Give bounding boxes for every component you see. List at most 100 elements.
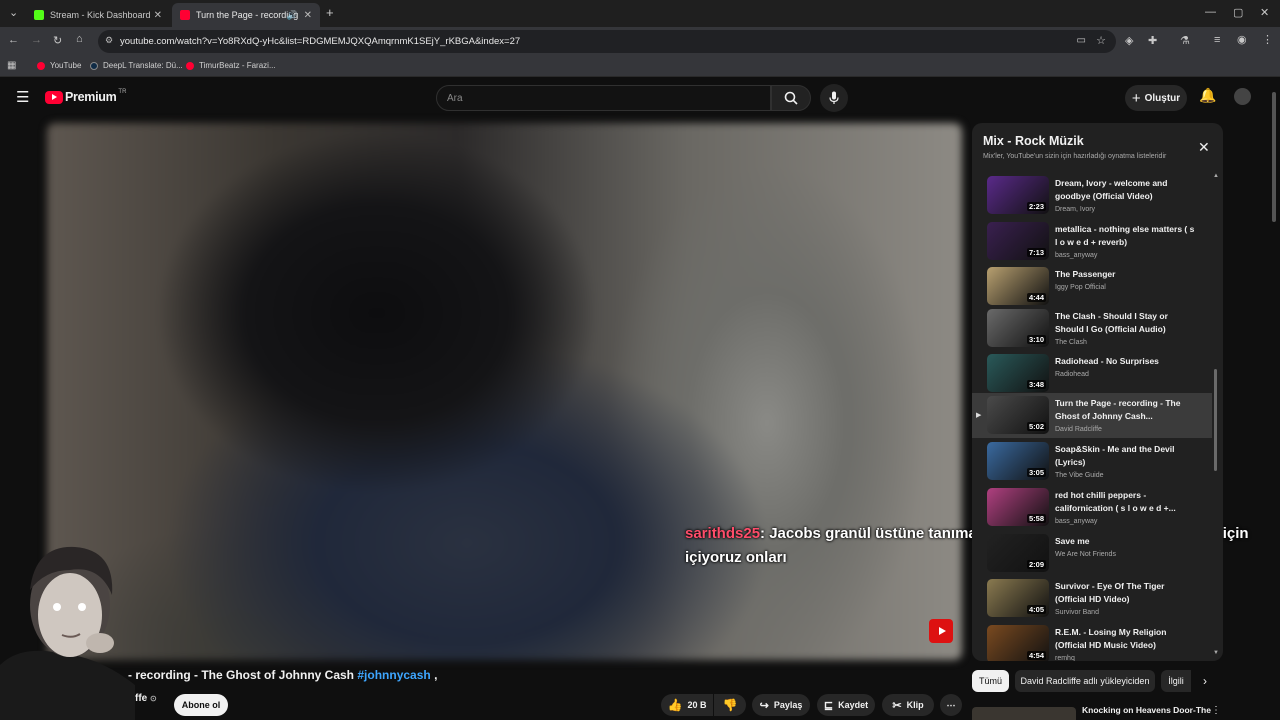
tab-search-icon[interactable]: ⌄ (9, 6, 18, 19)
like-count: 20 B (687, 700, 707, 710)
browser-toolbar: ← → ↻ ⌂ ⚙ youtube.com/watch?v=Yo8RXdQ-yH… (0, 27, 1280, 56)
labs-icon[interactable]: ⚗ (1180, 34, 1190, 47)
clip-button[interactable]: ✂ Klip (882, 694, 934, 716)
playlist-item[interactable]: 3:10 The Clash - Should I Stay or Should … (972, 306, 1212, 351)
playlist-item[interactable]: 2:23 Dream, Ivory - welcome and goodbye (… (972, 173, 1212, 218)
more-actions-button[interactable]: ⋯ (940, 694, 962, 716)
like-button[interactable]: 👍 20 B (661, 694, 713, 716)
playlist-item-channel: remhq (1055, 655, 1075, 661)
close-tab-icon[interactable]: ✕ (154, 10, 162, 21)
playlist-scrollbar-thumb[interactable] (1214, 369, 1217, 471)
close-icon[interactable]: ✕ (1198, 139, 1210, 156)
home-icon[interactable]: ⌂ (76, 33, 83, 45)
chip-all[interactable]: Tümü (972, 670, 1009, 692)
playlist-item-title: The Passenger (1055, 269, 1116, 279)
chevron-right-icon[interactable]: › (1203, 674, 1207, 688)
tab-label: Stream - Kick Dashboard (50, 10, 151, 20)
playlist-item-title: red hot chilli peppers - californication… (1055, 490, 1176, 513)
youtube-logo-icon (45, 90, 63, 104)
save-label: Kaydet (838, 700, 869, 710)
bookmark-deepl[interactable]: DeepL Translate: Dü... (90, 61, 183, 70)
playlist-thumbnail: 2:09 (987, 534, 1049, 572)
video-duration: 4:54 (1026, 651, 1046, 660)
playlist-title[interactable]: Mix - Rock Müzik (983, 134, 1084, 148)
playlist-item[interactable]: 3:05 Soap&Skin - Me and the Devil (Lyrics… (972, 439, 1212, 484)
more-icon: ⋯ (946, 699, 956, 710)
video-player[interactable] (47, 123, 962, 660)
subscribe-button[interactable]: Abone ol (174, 694, 228, 716)
save-button[interactable]: ⊑ Kaydet (817, 694, 875, 716)
playlist-subtitle: Mix'ler, YouTube'un sizin için hazırladı… (983, 153, 1167, 160)
playlist-item[interactable]: ▶ 5:02 Turn the Page - recording - The Gho… (972, 393, 1212, 438)
hashtag-link[interactable]: #johnnycash (357, 668, 430, 682)
avatar[interactable] (1234, 88, 1251, 105)
chip-label: Tümü (978, 676, 1002, 686)
playlist-thumbnail: 3:10 (987, 309, 1049, 347)
recommended-title[interactable]: Knocking on Heavens Door-The (1082, 705, 1211, 715)
bookmark-icon: ⊑ (823, 699, 834, 712)
channel-name[interactable]: ffe ⊙ (135, 693, 157, 704)
playlist-item[interactable]: 4:44 The Passenger Iggy Pop Official (972, 264, 1212, 309)
close-tab-icon[interactable]: ✕ (304, 10, 312, 21)
apps-grid-icon[interactable]: ▦ (7, 60, 16, 71)
reload-icon[interactable]: ↻ (53, 34, 62, 47)
bookmark-label: DeepL Translate: Dü... (103, 61, 183, 70)
subscribe-watermark-icon[interactable] (929, 619, 953, 643)
cast-icon[interactable]: ▭ (1077, 35, 1086, 46)
playlist-item-channel: Dream, Ivory (1055, 206, 1096, 213)
playlist-item[interactable]: 4:05 Survivor - Eye Of The Tiger (Officia… (972, 576, 1212, 621)
back-icon[interactable]: ← (8, 34, 19, 46)
bookmark-timurbeatz[interactable]: TimurBeatz - Farazi... (186, 61, 276, 70)
site-info-icon[interactable]: ⚙ (105, 35, 113, 46)
audio-playing-icon[interactable]: 🔊 (287, 10, 298, 21)
video-duration: 3:05 (1026, 468, 1046, 477)
recommended-thumbnail[interactable] (972, 707, 1076, 720)
chip-related[interactable]: İlgili (1161, 670, 1191, 692)
chip-label: David Radcliffe adlı yükleyiciden (1020, 676, 1150, 686)
video-duration: 5:58 (1026, 514, 1046, 523)
playlist-item[interactable]: 2:09 Save me We Are Not Friends (972, 531, 1212, 576)
media-control-icon[interactable]: ≡ (1214, 34, 1220, 46)
recommended-more-icon[interactable]: ⋮ (1211, 705, 1221, 716)
playlist-item[interactable]: 4:54 R.E.M. - Losing My Religion (Officia… (972, 622, 1212, 661)
forward-icon[interactable]: → (31, 34, 42, 46)
tab-kick-dashboard[interactable]: Stream - Kick Dashboard ✕ (26, 3, 170, 27)
thumbs-down-icon: 👎 (722, 698, 738, 712)
search-button[interactable] (771, 85, 811, 111)
playlist-thumbnail: 4:44 (987, 267, 1049, 305)
tab-turn-the-page[interactable]: Turn the Page - recording 🔊 ✕ (172, 3, 320, 27)
chip-uploader[interactable]: David Radcliffe adlı yükleyiciden (1015, 670, 1155, 692)
browser-menu-icon[interactable]: ⋮ (1262, 33, 1273, 46)
youtube-premium-logo[interactable]: Premium TR (45, 89, 127, 104)
create-label: Oluştur (1144, 92, 1181, 104)
scroll-down-icon[interactable]: ▼ (1213, 650, 1219, 656)
playlist-item-channel: Radiohead (1055, 371, 1089, 378)
notifications-bell-icon[interactable]: 🔔 (1199, 87, 1216, 104)
bookmark-label: TimurBeatz - Farazi... (199, 61, 276, 70)
new-tab-icon[interactable]: + (326, 5, 334, 20)
close-window-icon[interactable]: ✕ (1260, 6, 1269, 19)
hamburger-menu-icon[interactable]: ☰ (16, 88, 29, 106)
shield-extension-icon[interactable]: ◈ (1125, 34, 1133, 47)
bookmark-youtube[interactable]: YouTube (37, 61, 81, 70)
playlist-item[interactable]: 3:48 Radiohead - No Surprises Radiohead (972, 351, 1212, 396)
dislike-button[interactable]: 👎 (714, 694, 746, 716)
playlist-item[interactable]: 7:13 metallica - nothing else matters ( s… (972, 219, 1212, 264)
logo-region: TR (118, 89, 127, 95)
create-button[interactable]: + Oluştur (1125, 85, 1187, 111)
address-bar[interactable]: ⚙ youtube.com/watch?v=Yo8RXdQ-yHc&list=R… (98, 30, 1116, 53)
video-title-suffix: , (434, 668, 438, 682)
extensions-icon[interactable]: ✚ (1148, 34, 1157, 47)
page-scrollbar[interactable] (1272, 92, 1276, 222)
playlist-thumbnail: 3:05 (987, 442, 1049, 480)
playlist-thumbnail: 5:58 (987, 488, 1049, 526)
playlist-item[interactable]: 5:58 red hot chilli peppers - californica… (972, 485, 1212, 530)
voice-search-button[interactable] (820, 84, 848, 112)
profile-icon[interactable]: ◉ (1237, 33, 1247, 46)
maximize-icon[interactable]: ▢ (1233, 6, 1243, 19)
minimize-icon[interactable]: — (1205, 6, 1216, 18)
search-input[interactable]: Ara (436, 85, 771, 111)
share-button[interactable]: ↪ Paylaş (752, 694, 810, 716)
scroll-up-icon[interactable]: ▲ (1213, 173, 1219, 179)
bookmark-star-icon[interactable]: ☆ (1096, 34, 1106, 47)
